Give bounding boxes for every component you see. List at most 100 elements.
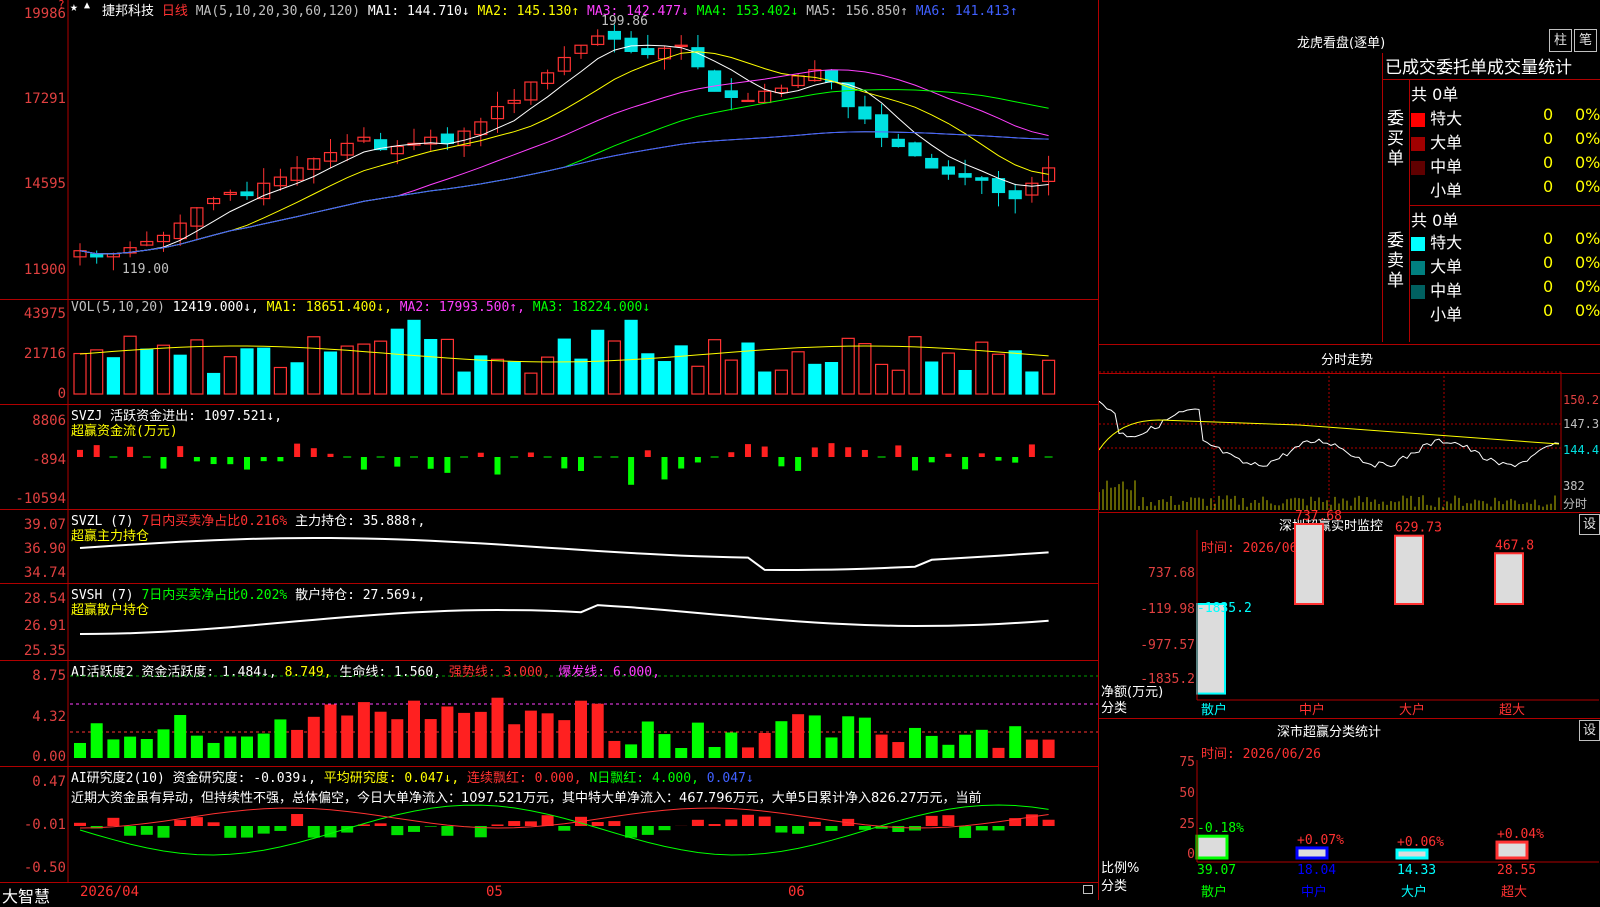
- sz-time: 时间: 2026/06/26: [1201, 537, 1321, 556]
- order-pct: 0%: [1575, 301, 1600, 320]
- order-volume: 0: [1543, 301, 1553, 320]
- cls-y-tick: 25: [1159, 817, 1195, 832]
- ai1-lifeline: 生命线: 1.560,: [339, 665, 441, 680]
- kline-y-tick: 19986: [0, 6, 66, 22]
- order-pct: 0%: [1575, 229, 1600, 248]
- date-tick: 2026/04: [80, 884, 139, 900]
- svsh-y-tick: 25.35: [0, 643, 66, 659]
- vol-ma1: MA1: 18651.400↓,: [267, 300, 392, 315]
- svzl-sub: 超赢主力持仓: [71, 525, 149, 544]
- vol-y-tick: 21716: [0, 346, 66, 362]
- order-pct: 0%: [1575, 277, 1600, 296]
- scroll-up-icon[interactable]: ▲: [84, 0, 90, 11]
- svzl-net: 7日内买卖净占比0.216%: [141, 514, 287, 529]
- ai2-y-tick: -0.01: [0, 817, 66, 833]
- order-row: 特大00%: [1411, 229, 1600, 253]
- sz-monitor[interactable]: 深圳超赢实时监控 设 时间: 2026/06/26 737.68 -119.98…: [1099, 512, 1600, 719]
- period-label[interactable]: 日线: [162, 4, 188, 19]
- intraday-y: 147.3: [1563, 417, 1599, 431]
- ai1-header: AI活跃度2: [71, 665, 133, 680]
- volume-panel[interactable]: VOL(5,10,20) 12419.000↓, MA1: 18651.400↓…: [0, 299, 1098, 404]
- intraday-title: 分时走势: [1321, 349, 1373, 368]
- date-axis[interactable]: 大智慧 2026/04 05 06: [0, 882, 1098, 901]
- ai2-nday: N日飘红: 4.000,: [589, 771, 698, 786]
- date-tick: 05: [486, 884, 503, 900]
- sz-title: 深圳超赢实时监控: [1279, 515, 1383, 534]
- svzj-y-tick: 8806: [0, 413, 66, 429]
- ai-activity-panel[interactable]: AI活跃度2 资金活跃度: 1.484↓, 8.749, 生命线: 1.560,…: [0, 660, 1098, 766]
- svsh-y-tick: 26.91: [0, 618, 66, 634]
- ma-header: MA(5,10,20,30,60,120): [196, 4, 360, 19]
- star-icon[interactable]: ★: [70, 0, 78, 15]
- order-row: 大单00%: [1411, 129, 1600, 153]
- chart-area[interactable]: ? ★ ▲ 捷邦科技 日线 MA(5,10,20,30,60,120) MA1:…: [0, 0, 1098, 900]
- kline-panel[interactable]: ? ★ ▲ 捷邦科技 日线 MA(5,10,20,30,60,120) MA1:…: [0, 0, 1098, 298]
- vol-ma2: MA2: 17993.500↑,: [400, 300, 525, 315]
- sell-total: 共 0单: [1411, 207, 1458, 231]
- svzj-sub: 超赢资金流(万元): [71, 420, 178, 439]
- cls-stats[interactable]: 深市超赢分类统计 设 时间: 2026/06/26 75 50 25 0 比例%…: [1099, 718, 1600, 901]
- stock-name[interactable]: 捷邦科技: [102, 4, 154, 19]
- cls-y-tick: 0: [1159, 847, 1195, 862]
- order-volume: 0: [1543, 105, 1553, 124]
- ma-value-5: MA5: 156.850↑: [798, 4, 908, 19]
- sz-settings-button[interactable]: 设: [1579, 514, 1600, 535]
- ma-value-2: MA2: 145.130↑: [470, 4, 580, 19]
- cls-settings-button[interactable]: 设: [1579, 720, 1600, 741]
- intraday-y: 144.4: [1563, 443, 1599, 457]
- cls-xlabel: 分类: [1101, 875, 1127, 894]
- color-swatch: [1411, 137, 1425, 151]
- sz-y-tick: -119.98: [1129, 602, 1195, 617]
- cls-y-tick: 50: [1159, 786, 1195, 801]
- ma-values: MA1: 144.710↓ MA2: 145.130↑ MA3: 142.477…: [368, 4, 1018, 19]
- svzl-y-tick: 39.07: [0, 517, 66, 533]
- order-row: 小单00%: [1411, 177, 1600, 201]
- bar-mode-button[interactable]: 柱: [1549, 29, 1572, 52]
- ma-value-6: MA6: 141.413↑: [908, 4, 1018, 19]
- vol-header: VOL(5,10,20): [71, 300, 165, 315]
- svzj-y-tick: -10594: [0, 491, 66, 507]
- ai2-y-tick: -0.50: [0, 860, 66, 876]
- ai2-header: AI研究度2(10): [71, 771, 165, 786]
- color-swatch: [1411, 285, 1425, 299]
- svzj-panel[interactable]: SVZJ 活跃资金进出: 1097.521↓, 超赢资金流(万元) 8806 -…: [0, 404, 1098, 509]
- ai2-avg: 平均研究度: 0.047↓,: [324, 771, 459, 786]
- order-row: 大单00%: [1411, 253, 1600, 277]
- kline-y-tick: 11900: [0, 262, 66, 278]
- order-pct: 0%: [1575, 105, 1600, 124]
- lock-icon[interactable]: [1083, 885, 1093, 894]
- svzl-hold: 主力持仓: 35.888↑,: [295, 514, 425, 529]
- color-swatch: [1411, 113, 1425, 127]
- order-stat-box: 已成交委托单成交量统计 委买单 委卖单 共 0单 特大00% 大单00% 中单0…: [1382, 53, 1600, 342]
- svzl-y-tick: 36.90: [0, 541, 66, 557]
- svzl-panel[interactable]: SVZL (7) 7日内买卖净占比0.216% 主力持仓: 35.888↑, 超…: [0, 509, 1098, 584]
- order-type: 大单: [1425, 133, 1462, 152]
- ai1-strongline: 强势线: 3.000,: [449, 665, 551, 680]
- ai1-y-tick: 0.00: [0, 749, 66, 765]
- high-price-label: 199.86: [601, 14, 648, 29]
- intraday-label: 分时: [1563, 495, 1587, 512]
- ai1-value: 8.749,: [285, 665, 332, 680]
- order-pct: 0%: [1575, 253, 1600, 272]
- order-type: 特大: [1425, 109, 1462, 128]
- order-volume: 0: [1543, 229, 1553, 248]
- svsh-panel[interactable]: SVSH (7) 7日内买卖净占比0.202% 散户持仓: 27.569↓, 超…: [0, 583, 1098, 661]
- cls-title: 深市超赢分类统计: [1277, 721, 1381, 740]
- date-tick: 06: [788, 884, 805, 900]
- svzj-y-tick: -894: [0, 452, 66, 468]
- color-swatch: [1411, 237, 1425, 251]
- intraday-box[interactable]: 分时走势 150.2 147.3 144.4 382 分时: [1099, 344, 1600, 513]
- sz-xlabel: 分类: [1101, 697, 1127, 716]
- buy-total: 共 0单: [1411, 81, 1458, 105]
- cls-time: 时间: 2026/06/26: [1201, 743, 1321, 762]
- ma-value-4: MA4: 153.402↓: [689, 4, 799, 19]
- brand-label[interactable]: 大智慧: [2, 883, 50, 907]
- color-swatch: [1411, 185, 1425, 199]
- ai2-consecutive: 连续飘红: 0.000,: [467, 771, 582, 786]
- tick-mode-button[interactable]: 笔: [1574, 29, 1597, 52]
- order-row: 特大 0 0%: [1411, 105, 1600, 129]
- right-pane[interactable]: 龙虎看盘(逐单) 柱 笔 已成交委托单成交量统计 委买单 委卖单 共 0单 特大…: [1098, 0, 1600, 900]
- color-swatch: [1411, 261, 1425, 275]
- ai-research-panel[interactable]: AI研究度2(10) 资金研究度: -0.039↓, 平均研究度: 0.047↓…: [0, 766, 1098, 883]
- order-pct: 0%: [1575, 177, 1600, 196]
